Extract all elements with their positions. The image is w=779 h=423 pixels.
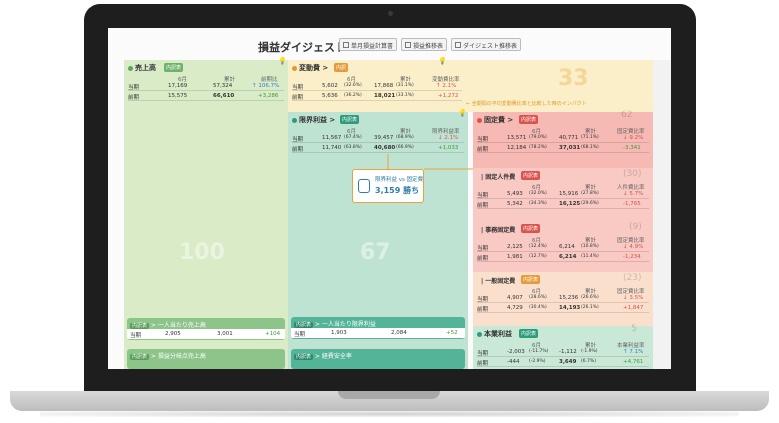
app-screen: 損益ダイジェスト 単月損益計算書 損益推移表 ダイジェスト推移表 売上高 内訳表… — [108, 28, 671, 369]
laptop-notch — [338, 391, 440, 399]
laptop-shadow — [40, 411, 739, 417]
profit-vs-fixed-bubble[interactable]: 限界利益 vs 固定費 3,159 勝ち — [352, 169, 424, 203]
robot-icon — [358, 179, 370, 193]
bubble-value: 3,159 勝ち — [375, 186, 420, 195]
bubble-caption: 限界利益 vs 固定費 — [375, 177, 424, 183]
camera-icon — [388, 11, 393, 16]
